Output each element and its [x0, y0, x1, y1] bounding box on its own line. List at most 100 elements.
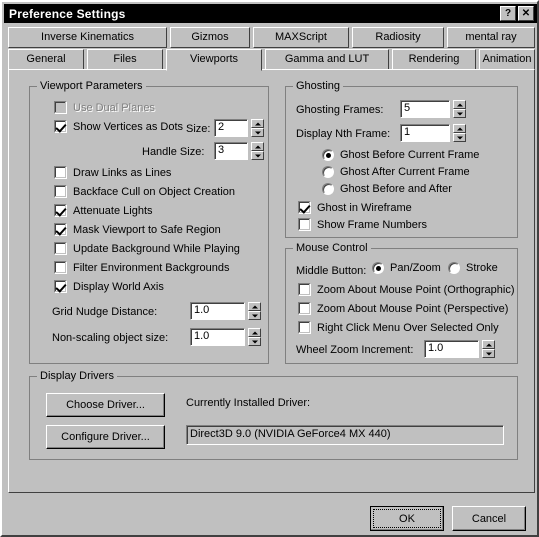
radio-ghost-before-current-frame[interactable]: Ghost Before Current Frame	[322, 149, 479, 161]
ghosting-title: Ghosting	[293, 80, 344, 92]
checkbox-box	[298, 218, 311, 231]
wheel-zoom-spinner-arrows[interactable]	[482, 340, 495, 358]
checkbox-mask-viewport-to-safe-region[interactable]: Mask Viewport to Safe Region	[54, 223, 221, 236]
display-nth-frame-spinner[interactable]: 1	[400, 124, 466, 142]
size-spinner[interactable]: 2	[214, 119, 264, 137]
radio-middle-button-pan-zoom[interactable]: Pan/Zoom	[372, 262, 441, 274]
non-scaling-object-size-input[interactable]: 1.0	[190, 328, 245, 346]
spinner-down-icon[interactable]	[251, 128, 264, 137]
ghosting-frames-spinner-arrows[interactable]	[453, 100, 466, 118]
choose-driver-button[interactable]: Choose Driver...	[46, 393, 165, 417]
spinner-up-icon[interactable]	[251, 142, 264, 151]
tab-files[interactable]: Files	[87, 49, 163, 70]
checkbox-zoom-about-mouse-point-orthographic[interactable]: Zoom About Mouse Point (Orthographic)	[298, 283, 514, 296]
spinner-up-icon[interactable]	[251, 119, 264, 128]
cancel-button[interactable]: Cancel	[452, 506, 526, 531]
grid-nudge-distance-spinner[interactable]: 1.0	[190, 302, 261, 320]
preference-settings-dialog: Preference Settings ? ✕ Inverse Kinemati…	[0, 0, 539, 537]
checkbox-label: Zoom About Mouse Point (Orthographic)	[317, 283, 515, 296]
mouse-control-group: Mouse Control Middle Button: Pan/Zoom St…	[285, 242, 518, 364]
spinner-up-icon[interactable]	[453, 124, 466, 133]
checkbox-label: Mask Viewport to Safe Region	[73, 223, 221, 236]
checkbox-box	[54, 261, 67, 274]
checkbox-draw-links-as-lines[interactable]: Draw Links as Lines	[54, 166, 171, 179]
tab-content-panel: Viewport Parameters Use Dual Planes Show…	[8, 69, 535, 493]
ok-button-label: OK	[399, 512, 415, 525]
checkbox-zoom-about-mouse-point-perspective[interactable]: Zoom About Mouse Point (Perspective)	[298, 302, 508, 315]
display-nth-frame-input[interactable]: 1	[400, 124, 450, 142]
radio-middle-button-stroke[interactable]: Stroke	[448, 262, 498, 274]
tab-general[interactable]: General	[8, 49, 84, 70]
checkbox-show-vertices-as-dots[interactable]: Show Vertices as Dots	[54, 120, 183, 133]
non-scaling-object-size-spinner[interactable]: 1.0	[190, 328, 261, 346]
configure-driver-button[interactable]: Configure Driver...	[46, 425, 165, 449]
checkbox-display-world-axis[interactable]: Display World Axis	[54, 280, 164, 293]
spinner-up-icon[interactable]	[482, 340, 495, 349]
radio-label: Ghost After Current Frame	[340, 166, 470, 178]
checkbox-backface-cull[interactable]: Backface Cull on Object Creation	[54, 185, 235, 198]
currently-installed-driver-label: Currently Installed Driver:	[186, 397, 311, 409]
wheel-zoom-increment-spinner[interactable]: 1.0	[424, 340, 495, 358]
wheel-zoom-increment-input[interactable]: 1.0	[424, 340, 479, 358]
checkbox-label: Zoom About Mouse Point (Perspective)	[317, 302, 509, 315]
spinner-down-icon[interactable]	[453, 133, 466, 142]
ghosting-frames-spinner[interactable]: 5	[400, 100, 466, 118]
grid-nudge-spinner-arrows[interactable]	[248, 302, 261, 320]
tab-viewports[interactable]: Viewports	[166, 49, 262, 71]
checkbox-label: Ghost in Wireframe	[317, 201, 412, 214]
checkbox-update-background-while-playing[interactable]: Update Background While Playing	[54, 242, 240, 255]
handle-size-spinner-arrows[interactable]	[251, 142, 264, 160]
mouse-control-title: Mouse Control	[293, 242, 371, 254]
display-nth-frame-spinner-arrows[interactable]	[453, 124, 466, 142]
radio-ghost-after-current-frame[interactable]: Ghost After Current Frame	[322, 166, 470, 178]
spinner-up-icon[interactable]	[248, 328, 261, 337]
spinner-down-icon[interactable]	[453, 109, 466, 118]
checkbox-label: Right Click Menu Over Selected Only	[317, 321, 499, 334]
help-icon[interactable]: ?	[500, 6, 516, 21]
spinner-down-icon[interactable]	[251, 151, 264, 160]
currently-installed-driver-value: Direct3D 9.0 (NVIDIA GeForce4 MX 440)	[186, 425, 504, 445]
handle-size-input[interactable]: 3	[214, 142, 248, 160]
size-input[interactable]: 2	[214, 119, 248, 137]
checkbox-label: Display World Axis	[73, 280, 164, 293]
title-bar[interactable]: Preference Settings ? ✕	[4, 4, 537, 23]
radio-circle	[322, 166, 334, 178]
checkbox-show-frame-numbers[interactable]: Show Frame Numbers	[298, 218, 427, 231]
tab-gamma-and-lut[interactable]: Gamma and LUT	[265, 49, 389, 70]
tab-rendering[interactable]: Rendering	[392, 49, 476, 70]
close-icon[interactable]: ✕	[518, 6, 534, 21]
window-title: Preference Settings	[9, 6, 126, 21]
spinner-down-icon[interactable]	[248, 311, 261, 320]
tab-animation[interactable]: Animation	[479, 49, 535, 70]
checkbox-right-click-menu-over-selected-only[interactable]: Right Click Menu Over Selected Only	[298, 321, 499, 334]
checkbox-filter-environment-backgrounds[interactable]: Filter Environment Backgrounds	[54, 261, 230, 274]
tab-maxscript[interactable]: MAXScript	[253, 27, 349, 48]
tab-mental-ray[interactable]: mental ray	[447, 27, 535, 48]
checkbox-ghost-in-wireframe[interactable]: Ghost in Wireframe	[298, 201, 412, 214]
size-spinner-arrows[interactable]	[251, 119, 264, 137]
checkbox-box	[54, 204, 67, 217]
ghosting-group: Ghosting Ghosting Frames: 5 Display Nth …	[285, 80, 518, 238]
checkbox-box	[54, 166, 67, 179]
ok-button[interactable]: OK	[370, 506, 444, 531]
grid-nudge-distance-input[interactable]: 1.0	[190, 302, 245, 320]
checkbox-use-dual-planes[interactable]: Use Dual Planes	[54, 101, 155, 114]
spinner-up-icon[interactable]	[453, 100, 466, 109]
handle-size-spinner[interactable]: 3	[214, 142, 264, 160]
spinner-down-icon[interactable]	[482, 349, 495, 358]
handle-size-label: Handle Size:	[142, 146, 205, 158]
checkbox-attenuate-lights[interactable]: Attenuate Lights	[54, 204, 153, 217]
tab-inverse-kinematics[interactable]: Inverse Kinematics	[8, 27, 167, 48]
radio-label: Stroke	[466, 262, 498, 274]
tab-gizmos[interactable]: Gizmos	[170, 27, 250, 48]
spinner-up-icon[interactable]	[248, 302, 261, 311]
tab-radiosity[interactable]: Radiosity	[352, 27, 444, 48]
radio-ghost-before-and-after[interactable]: Ghost Before and After	[322, 183, 452, 195]
viewport-parameters-group: Viewport Parameters Use Dual Planes Show…	[29, 80, 269, 364]
radio-label: Ghost Before Current Frame	[340, 149, 480, 161]
checkbox-label: Filter Environment Backgrounds	[73, 261, 230, 274]
ghosting-frames-input[interactable]: 5	[400, 100, 450, 118]
spinner-down-icon[interactable]	[248, 337, 261, 346]
non-scaling-spinner-arrows[interactable]	[248, 328, 261, 346]
checkbox-label: Attenuate Lights	[73, 204, 153, 217]
